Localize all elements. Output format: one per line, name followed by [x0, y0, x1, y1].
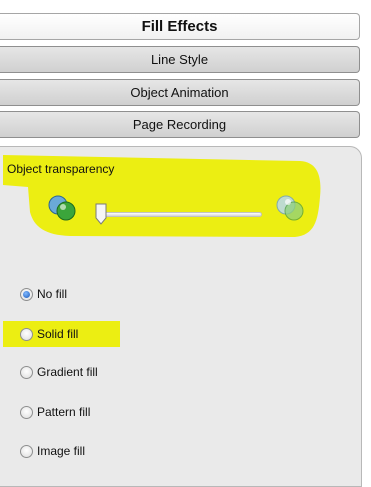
no-fill-option[interactable]: No fill — [20, 285, 67, 303]
opaque-orbs-icon — [48, 195, 76, 221]
fill-effects-window: Fill Effects Line Style Object Animation… — [0, 0, 371, 487]
pattern-fill-option[interactable]: Pattern fill — [20, 403, 90, 421]
transparent-orbs-icon — [276, 195, 304, 221]
solid-fill-radio[interactable] — [20, 327, 33, 341]
image-fill-radio[interactable] — [20, 444, 33, 458]
gradient-fill-label: Gradient fill — [37, 365, 98, 379]
solid-fill-label: Solid fill — [37, 327, 79, 341]
tab-object-animation[interactable]: Object Animation — [0, 79, 360, 106]
gradient-fill-option[interactable]: Gradient fill — [20, 363, 98, 381]
tab-page-recording[interactable]: Page Recording — [0, 111, 360, 138]
transparency-slider-thumb[interactable] — [95, 203, 107, 225]
tab-fill-effects[interactable]: Fill Effects — [0, 13, 360, 40]
tab-line-style[interactable]: Line Style — [0, 46, 360, 73]
solid-fill-option[interactable]: Solid fill — [20, 325, 78, 343]
transparency-label: Object transparency — [7, 162, 115, 176]
no-fill-radio[interactable] — [20, 287, 33, 301]
transparency-slider-track[interactable] — [100, 212, 262, 217]
image-fill-option[interactable]: Image fill — [20, 442, 85, 460]
pattern-fill-radio[interactable] — [20, 405, 33, 419]
gradient-fill-radio[interactable] — [20, 365, 33, 379]
pattern-fill-label: Pattern fill — [37, 405, 91, 419]
image-fill-label: Image fill — [37, 444, 86, 458]
fill-effects-panel: Object transparency No fill Solid fill G… — [0, 146, 362, 487]
no-fill-label: No fill — [37, 287, 68, 301]
